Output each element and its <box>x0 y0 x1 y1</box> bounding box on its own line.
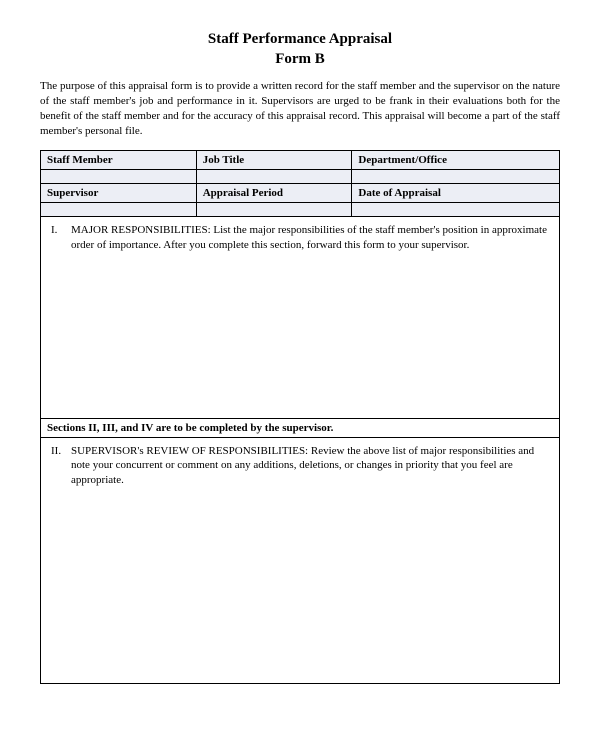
section-2-roman: II. <box>51 444 65 487</box>
form-title-block: Staff Performance Appraisal Form B <box>40 30 560 69</box>
section-1-cell: I. MAJOR RESPONSIBILITIES: List the majo… <box>41 217 560 419</box>
label-job-title: Job Title <box>196 151 352 170</box>
field-department-office[interactable] <box>352 170 560 184</box>
label-supervisor: Supervisor <box>41 184 197 203</box>
field-job-title[interactable] <box>196 170 352 184</box>
header-row-2: Supervisor Appraisal Period Date of Appr… <box>41 184 560 203</box>
input-row-1[interactable] <box>41 170 560 184</box>
field-supervisor[interactable] <box>41 203 197 217</box>
section-1-row: I. MAJOR RESPONSIBILITIES: List the majo… <box>41 217 560 419</box>
section-1-input-area[interactable] <box>51 252 549 412</box>
input-row-2[interactable] <box>41 203 560 217</box>
label-appraisal-period: Appraisal Period <box>196 184 352 203</box>
field-appraisal-period[interactable] <box>196 203 352 217</box>
field-staff-member[interactable] <box>41 170 197 184</box>
section-2-text: SUPERVISOR's REVIEW OF RESPONSIBILITIES:… <box>71 444 549 487</box>
label-date-of-appraisal: Date of Appraisal <box>352 184 560 203</box>
field-date-of-appraisal[interactable] <box>352 203 560 217</box>
label-department-office: Department/Office <box>352 151 560 170</box>
form-title-line1: Staff Performance Appraisal <box>40 30 560 50</box>
section-2-label: II. SUPERVISOR's REVIEW OF RESPONSIBILIT… <box>51 444 549 487</box>
section-1-label: I. MAJOR RESPONSIBILITIES: List the majo… <box>51 223 549 252</box>
intro-paragraph: The purpose of this appraisal form is to… <box>40 79 560 138</box>
divider-text: Sections II, III, and IV are to be compl… <box>41 418 560 437</box>
section-2-input-area[interactable] <box>51 487 549 677</box>
section-2-cell: II. SUPERVISOR's REVIEW OF RESPONSIBILIT… <box>41 437 560 683</box>
section-1-roman: I. <box>51 223 65 252</box>
header-row-1: Staff Member Job Title Department/Office <box>41 151 560 170</box>
label-staff-member: Staff Member <box>41 151 197 170</box>
section-2-row: II. SUPERVISOR's REVIEW OF RESPONSIBILIT… <box>41 437 560 683</box>
divider-row: Sections II, III, and IV are to be compl… <box>41 418 560 437</box>
section-1-text: MAJOR RESPONSIBILITIES: List the major r… <box>71 223 549 252</box>
form-title-line2: Form B <box>40 50 560 70</box>
appraisal-table: Staff Member Job Title Department/Office… <box>40 150 560 683</box>
